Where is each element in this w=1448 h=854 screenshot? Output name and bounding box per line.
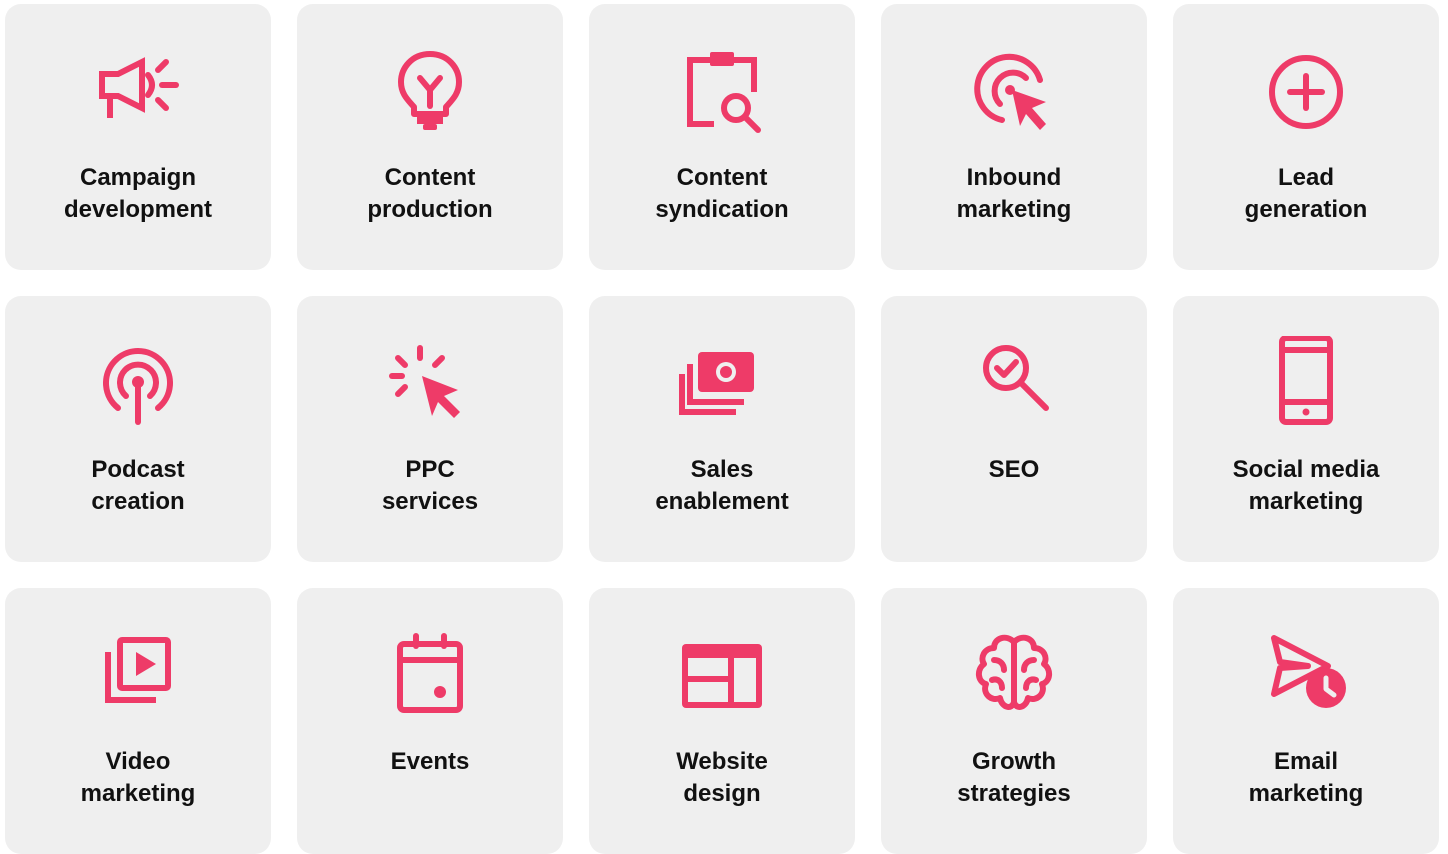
service-card-podcast-creation[interactable]: Podcast creation bbox=[5, 296, 271, 562]
calendar-icon bbox=[382, 628, 478, 724]
service-label-line2: design bbox=[683, 780, 761, 807]
service-label-line1: Campaign bbox=[79, 164, 196, 191]
service-label: Video marketing bbox=[15, 746, 261, 810]
service-card-content-production[interactable]: Content production bbox=[297, 4, 563, 270]
podcast-icon bbox=[90, 336, 186, 432]
service-label-line1: Content bbox=[676, 164, 768, 191]
service-label-line1: Content bbox=[384, 164, 476, 191]
service-card-video-marketing[interactable]: Video marketing bbox=[5, 588, 271, 854]
service-label-line2: marketing bbox=[956, 196, 1072, 223]
service-label: Email marketing bbox=[1183, 746, 1429, 810]
service-label-line1: Social media bbox=[1232, 456, 1380, 483]
service-label-line2: syndication bbox=[655, 196, 789, 223]
service-card-website-design[interactable]: Website design bbox=[589, 588, 855, 854]
service-label-line2: creation bbox=[91, 488, 185, 515]
target-cursor-icon bbox=[966, 44, 1062, 140]
service-label: Campaign development bbox=[15, 162, 261, 226]
service-label: Inbound marketing bbox=[891, 162, 1137, 226]
service-label-line2: generation bbox=[1244, 196, 1368, 223]
service-card-growth-strategies[interactable]: Growth strategies bbox=[881, 588, 1147, 854]
click-cursor-icon bbox=[382, 336, 478, 432]
service-label-line1: SEO bbox=[988, 456, 1040, 483]
service-label: SEO bbox=[891, 454, 1137, 486]
send-clock-icon bbox=[1258, 628, 1354, 724]
service-label: Social media marketing bbox=[1183, 454, 1429, 518]
web-layout-icon bbox=[674, 628, 770, 724]
brain-icon bbox=[966, 628, 1062, 724]
magnifier-check-icon bbox=[966, 336, 1062, 432]
service-label-line2: marketing bbox=[1248, 488, 1364, 515]
service-card-seo[interactable]: SEO bbox=[881, 296, 1147, 562]
service-card-events[interactable]: Events bbox=[297, 588, 563, 854]
service-label-line2: enablement bbox=[655, 488, 789, 515]
service-label: Sales enablement bbox=[599, 454, 845, 518]
service-card-campaign-development[interactable]: Campaign development bbox=[5, 4, 271, 270]
service-card-content-syndication[interactable]: Content syndication bbox=[589, 4, 855, 270]
service-label-line1: Sales bbox=[690, 456, 754, 483]
services-grid: Campaign development Content production bbox=[5, 4, 1439, 854]
service-label-line1: PPC bbox=[405, 456, 455, 483]
service-label: Content syndication bbox=[599, 162, 845, 226]
service-label-line1: Lead bbox=[1277, 164, 1334, 191]
service-label: Events bbox=[307, 746, 553, 778]
plus-circle-icon bbox=[1258, 44, 1354, 140]
service-label: PPC services bbox=[307, 454, 553, 518]
money-stack-icon bbox=[674, 336, 770, 432]
service-label-line2: services bbox=[381, 488, 479, 515]
service-card-lead-generation[interactable]: Lead generation bbox=[1173, 4, 1439, 270]
service-label-line1: Growth bbox=[972, 748, 1056, 775]
service-label-line2: strategies bbox=[957, 780, 1071, 807]
service-label-line2: marketing bbox=[80, 780, 196, 807]
service-label: Content production bbox=[307, 162, 553, 226]
service-label: Growth strategies bbox=[891, 746, 1137, 810]
megaphone-icon bbox=[90, 44, 186, 140]
service-label-line2: development bbox=[63, 196, 213, 223]
service-card-sales-enablement[interactable]: Sales enablement bbox=[589, 296, 855, 562]
service-label: Lead generation bbox=[1183, 162, 1429, 226]
service-label: Podcast creation bbox=[15, 454, 261, 518]
video-library-icon bbox=[90, 628, 186, 724]
service-label-line1: Video bbox=[105, 748, 171, 775]
service-label-line2: production bbox=[367, 196, 493, 223]
service-card-ppc-services[interactable]: PPC services bbox=[297, 296, 563, 562]
service-card-email-marketing[interactable]: Email marketing bbox=[1173, 588, 1439, 854]
smartphone-icon bbox=[1258, 336, 1354, 432]
service-label-line1: Events bbox=[390, 748, 470, 775]
clipboard-search-icon bbox=[674, 44, 770, 140]
service-label-line2: marketing bbox=[1248, 780, 1364, 807]
service-label-line1: Email bbox=[1273, 748, 1339, 775]
service-label: Website design bbox=[599, 746, 845, 810]
service-label-line1: Inbound bbox=[966, 164, 1062, 191]
service-card-social-media-marketing[interactable]: Social media marketing bbox=[1173, 296, 1439, 562]
service-label-line1: Podcast bbox=[91, 456, 185, 483]
lightbulb-icon bbox=[382, 44, 478, 140]
service-card-inbound-marketing[interactable]: Inbound marketing bbox=[881, 4, 1147, 270]
service-label-line1: Website bbox=[676, 748, 768, 775]
